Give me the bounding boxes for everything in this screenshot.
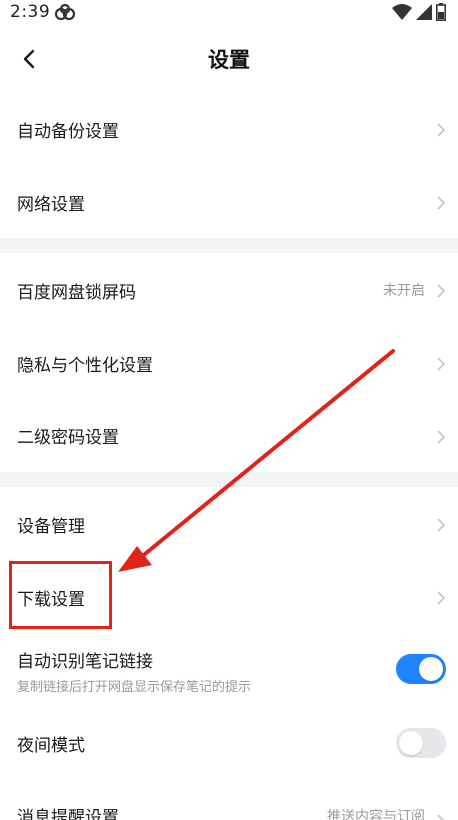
settings-item-lock-code[interactable]: 百度网盘锁屏码 未开启 <box>0 253 458 327</box>
app-notification-icon <box>54 3 76 24</box>
chevron-right-icon <box>437 356 446 371</box>
wifi-icon <box>392 4 412 24</box>
chevron-right-icon <box>437 813 446 820</box>
chevron-right-icon <box>437 429 446 443</box>
status-icons <box>392 3 446 25</box>
settings-item-privacy[interactable]: 隐私与个性化设置 <box>0 327 458 399</box>
page-title: 设置 <box>208 48 250 72</box>
settings-item-label: 自动识别笔记链接 <box>17 652 153 672</box>
status-time: 2:39 <box>10 2 51 22</box>
night-mode-toggle[interactable] <box>396 728 446 758</box>
settings-item-secondary-password[interactable]: 二级密码设置 <box>0 399 458 472</box>
auto-detect-note-link-toggle[interactable] <box>396 654 446 684</box>
chevron-right-icon <box>437 590 446 605</box>
battery-icon <box>436 3 446 25</box>
settings-item-device-management[interactable]: 设备管理 <box>0 487 458 561</box>
settings-item-value: 推送内容与订阅 <box>327 809 425 820</box>
settings-item-description: 复制链接后打开网盘显示保存笔记的提示 <box>17 680 252 695</box>
settings-item-label: 自动备份设置 <box>17 121 119 142</box>
settings-item-label: 百度网盘锁屏码 <box>17 282 136 303</box>
settings-item-night-mode: 夜间模式 <box>0 707 458 779</box>
chevron-right-icon <box>437 195 446 210</box>
settings-item-network[interactable]: 网络设置 <box>0 166 458 238</box>
section-divider <box>0 472 458 487</box>
settings-item-value: 未开启 <box>383 283 425 299</box>
toggle-knob <box>399 731 423 755</box>
settings-item-label: 网络设置 <box>17 194 85 215</box>
settings-item-label: 设备管理 <box>17 516 85 537</box>
settings-item-label: 消息提醒设置 <box>17 808 119 820</box>
settings-item-label: 夜间模式 <box>17 735 85 756</box>
settings-item-auto-backup[interactable]: 自动备份设置 <box>0 92 458 166</box>
settings-item-message-reminder[interactable]: 消息提醒设置 推送内容与订阅 <box>0 779 458 820</box>
nav-bar: 设置 <box>0 32 458 90</box>
chevron-right-icon <box>437 122 446 137</box>
settings-item-auto-detect-note-link: 自动识别笔记链接 复制链接后打开网盘显示保存笔记的提示 <box>0 633 458 707</box>
annotation-highlight-box <box>9 561 112 629</box>
status-bar: 2:39 <box>0 0 458 26</box>
toggle-knob <box>419 657 443 681</box>
signal-icon <box>416 4 432 24</box>
settings-item-label: 隐私与个性化设置 <box>17 355 153 376</box>
section-divider <box>0 238 458 253</box>
settings-item-label: 二级密码设置 <box>17 428 119 448</box>
chevron-right-icon <box>437 283 446 298</box>
chevron-right-icon <box>437 517 446 532</box>
